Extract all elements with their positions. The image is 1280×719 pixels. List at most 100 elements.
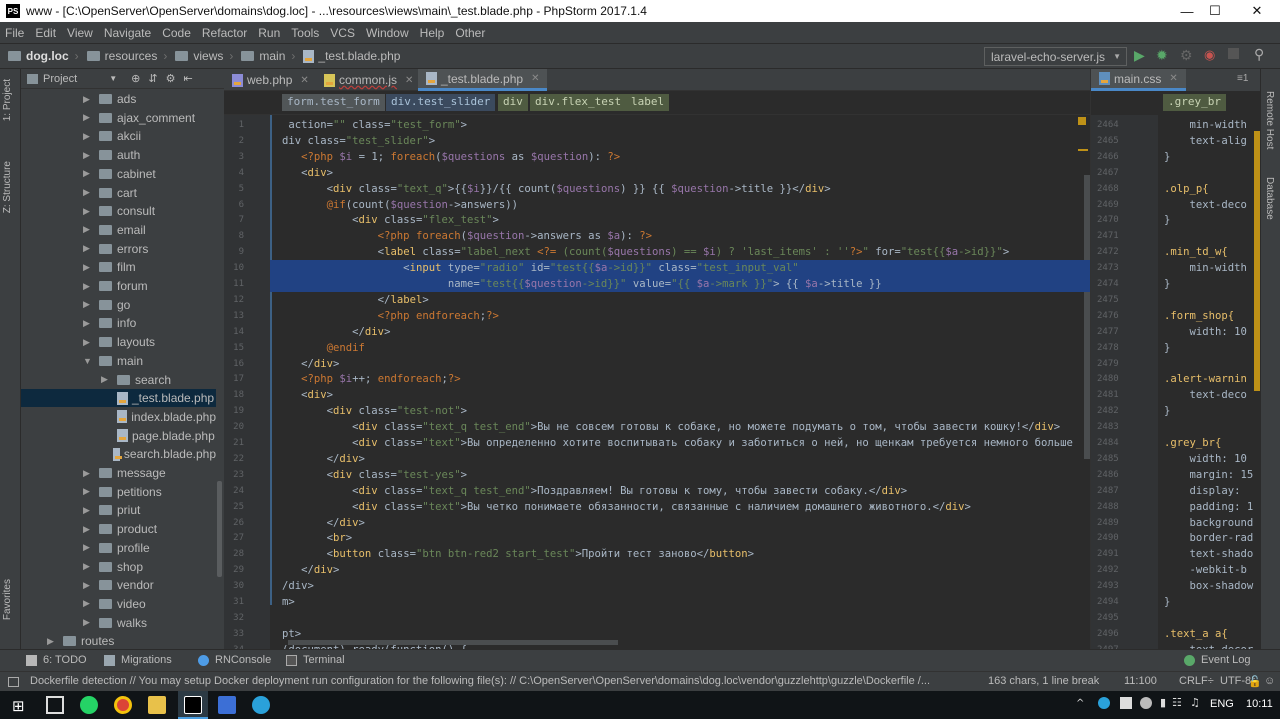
css-code-line[interactable]: } xyxy=(1164,340,1170,356)
line-separator[interactable]: CRLF÷ xyxy=(1179,675,1214,687)
css-code-line[interactable]: background xyxy=(1164,515,1254,531)
tree-item[interactable]: ▶ vendor xyxy=(21,576,216,594)
code-editor[interactable]: action="" class="test_form"> div class="t… xyxy=(270,115,1090,649)
code-line[interactable]: </div> xyxy=(270,451,1090,467)
tray-shield-icon[interactable] xyxy=(1140,697,1152,709)
collapse-icon[interactable]: ⇵ xyxy=(148,72,157,85)
collapsed-arrow-icon[interactable]: ▶ xyxy=(83,168,93,179)
favorites-tool-tab[interactable]: Favorites xyxy=(2,579,13,620)
collapsed-arrow-icon[interactable]: ▶ xyxy=(83,281,93,292)
collapsed-arrow-icon[interactable]: ▶ xyxy=(83,486,93,497)
code-line[interactable]: <div class="text_q test_end">Поздравляем… xyxy=(270,483,1090,499)
css-code-line[interactable]: } xyxy=(1164,403,1170,419)
css-code-line[interactable]: .min_td_w{ xyxy=(1164,244,1228,260)
clock[interactable]: 10:11 xyxy=(1246,698,1273,710)
code-line[interactable]: (document).ready(function() { xyxy=(270,642,1090,649)
menu-navigate[interactable]: Navigate xyxy=(99,26,157,40)
menu-view[interactable]: View xyxy=(62,26,99,40)
css-code-line[interactable]: margin: 15 xyxy=(1164,467,1254,483)
tree-item[interactable]: ▶ email xyxy=(21,221,216,239)
caret-position[interactable]: 11:100 xyxy=(1124,675,1157,687)
code-line[interactable]: <br> xyxy=(270,530,1090,546)
tree-item[interactable]: ▶ profile xyxy=(21,539,216,557)
code-line[interactable]: <div> xyxy=(270,387,1090,403)
css-crumb-grey-br[interactable]: .grey_br xyxy=(1163,94,1226,111)
remote-host-tool-tab[interactable]: Remote Host xyxy=(1264,91,1275,149)
tray-telegram-icon[interactable] xyxy=(1098,697,1110,709)
css-code-line[interactable]: text-decor xyxy=(1164,642,1254,649)
tag-crumb-form[interactable]: form.test_form xyxy=(282,94,385,111)
collapsed-arrow-icon[interactable]: ▶ xyxy=(83,187,93,198)
input-language[interactable]: ENG xyxy=(1210,698,1234,710)
tray-app-icon[interactable] xyxy=(1120,697,1132,709)
code-line[interactable]: @endif xyxy=(270,340,1090,356)
event-log-button[interactable]: Event Log xyxy=(1184,654,1251,666)
css-code-line[interactable]: box-shadow xyxy=(1164,578,1254,594)
run-configuration-select[interactable]: laravel-echo-server.js ▼ xyxy=(984,47,1127,66)
code-line[interactable]: <?php foreach($question->answers as $a):… xyxy=(270,228,1090,244)
migrations-tool-button[interactable]: Migrations xyxy=(104,654,172,666)
code-line[interactable]: <button class="btn btn-red2 start_test">… xyxy=(270,546,1090,562)
lock-icon[interactable]: 🔓 xyxy=(1248,675,1262,688)
crumb-file[interactable]: _test.blade.php xyxy=(303,49,400,63)
code-line[interactable]: <?php endforeach;?> xyxy=(270,308,1090,324)
tree-item[interactable]: ▶ consult xyxy=(21,202,216,220)
menu-other[interactable]: Other xyxy=(450,26,491,40)
tree-item[interactable]: ▶ ajax_comment xyxy=(21,109,216,127)
code-line[interactable]: </div> xyxy=(270,562,1090,578)
close-tab-icon[interactable]: ✕ xyxy=(1169,73,1177,84)
code-line[interactable]: <?php $i = 1; foreach($questions as $que… xyxy=(270,149,1090,165)
css-code-line[interactable]: min-width xyxy=(1164,117,1247,133)
css-code-line[interactable]: .alert-warnin xyxy=(1164,371,1247,387)
css-code-line[interactable]: width: 10 xyxy=(1164,324,1247,340)
tree-item[interactable]: ▶ akcii xyxy=(21,127,216,145)
crumb-views[interactable]: views › xyxy=(175,49,233,63)
code-line[interactable]: div class="test_slider"> xyxy=(270,133,1090,149)
css-code-line[interactable]: padding: 1 xyxy=(1164,499,1254,515)
css-code-line[interactable]: } xyxy=(1164,149,1170,165)
css-code-line[interactable]: .grey_br{ xyxy=(1164,435,1221,451)
tree-item[interactable]: ▶ cart xyxy=(21,184,216,202)
code-line[interactable]: <?php $i++; endforeach;?> xyxy=(270,371,1090,387)
css-code-line[interactable]: .olp_p{ xyxy=(1164,181,1209,197)
project-panel-title[interactable]: Project xyxy=(43,73,77,85)
collapsed-arrow-icon[interactable]: ▶ xyxy=(83,598,93,609)
tree-item[interactable]: index.blade.php xyxy=(21,408,216,426)
tree-item[interactable]: ▶ auth xyxy=(21,146,216,164)
code-line[interactable]: <div class="test-yes"> xyxy=(270,467,1090,483)
tree-item[interactable]: ▶ message xyxy=(21,464,216,482)
tab-main-css[interactable]: main.css ✕ xyxy=(1091,69,1186,91)
css-code-editor[interactable]: min-width text-alig} .olp_p{ text-deco} .m… xyxy=(1158,115,1260,649)
css-code-line[interactable]: text-alig xyxy=(1164,133,1247,149)
tree-item[interactable]: ▼ main xyxy=(21,352,216,370)
collapsed-arrow-icon[interactable]: ▶ xyxy=(83,318,93,329)
css-code-line[interactable]: border-rad xyxy=(1164,530,1254,546)
telegram-icon[interactable] xyxy=(252,696,270,714)
code-line[interactable]: <input type="radio" id="test{{$a->id}}" … xyxy=(270,260,1090,277)
close-tab-icon[interactable]: ✕ xyxy=(405,75,413,86)
close-tab-icon[interactable]: ✕ xyxy=(531,73,539,84)
word-icon[interactable] xyxy=(218,696,236,714)
tree-item[interactable]: ▶ ads xyxy=(21,90,216,108)
code-line[interactable]: /div> xyxy=(270,578,1090,594)
tree-item[interactable]: ▶ forum xyxy=(21,277,216,295)
crumb-project[interactable]: dog.loc › xyxy=(8,49,79,63)
code-line[interactable]: <label class="label_next <?= (count($que… xyxy=(270,244,1090,260)
crumb-main[interactable]: main › xyxy=(241,49,295,63)
collapsed-arrow-icon[interactable]: ▶ xyxy=(83,262,93,273)
collapsed-arrow-icon[interactable]: ▶ xyxy=(83,468,93,479)
tabs-list-icon[interactable]: ≡1 xyxy=(1237,73,1248,84)
close-icon[interactable]: ✕ xyxy=(1234,0,1280,22)
tree-scrollbar[interactable] xyxy=(217,481,222,577)
css-code-line[interactable]: display: xyxy=(1164,483,1241,499)
css-code-line[interactable]: } xyxy=(1164,594,1170,610)
stop-icon[interactable] xyxy=(1228,48,1239,59)
collapsed-arrow-icon[interactable]: ▶ xyxy=(101,374,111,385)
collapsed-arrow-icon[interactable]: ▶ xyxy=(83,112,93,123)
status-message[interactable]: Dockerfile detection // You may setup Do… xyxy=(30,675,970,687)
menu-refactor[interactable]: Refactor xyxy=(197,26,253,40)
tool-windows-toggle-icon[interactable] xyxy=(8,677,19,687)
menu-window[interactable]: Window xyxy=(361,26,415,40)
tree-item[interactable]: ▶ shop xyxy=(21,558,216,576)
code-line[interactable]: </div> xyxy=(270,515,1090,531)
